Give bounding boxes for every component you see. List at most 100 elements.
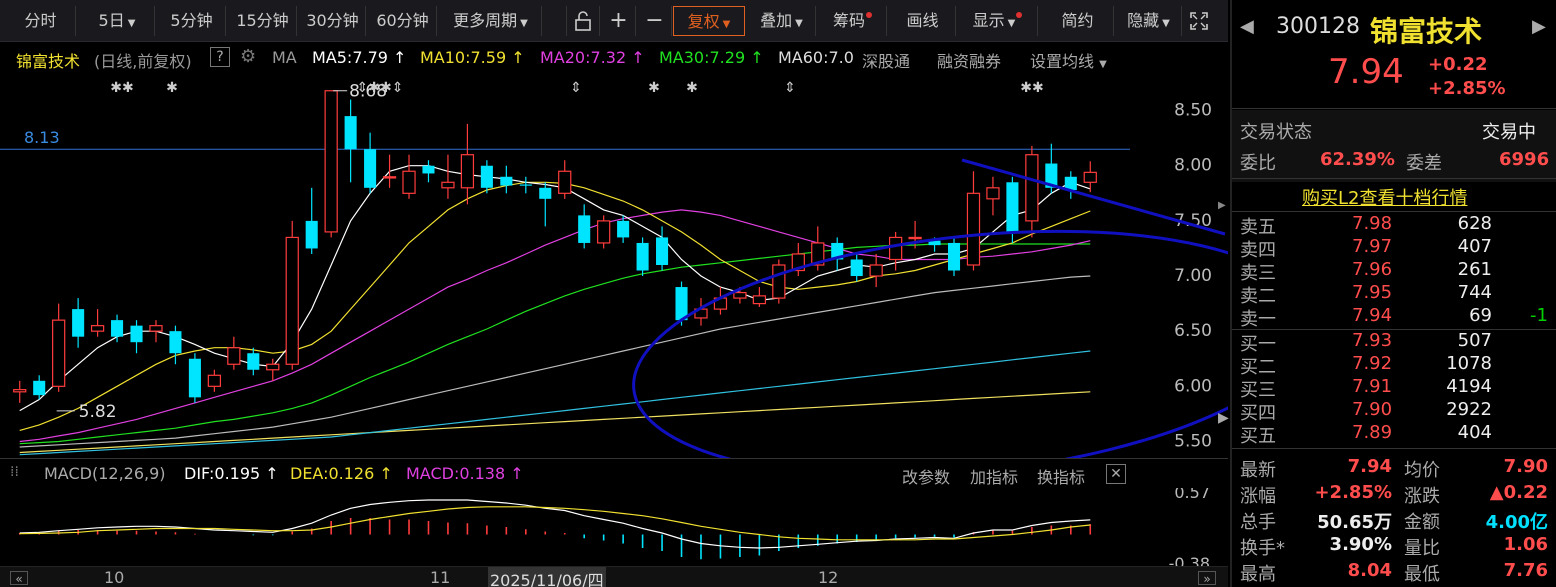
weicha-value: 6996: [1499, 149, 1550, 170]
period-tab-5day[interactable]: 5日 ▼: [80, 6, 155, 36]
stat-label: 涨幅: [1240, 486, 1276, 507]
simple-mode-button[interactable]: 简约: [1042, 6, 1114, 36]
ask-row[interactable]: 卖三 7.96 261: [1232, 259, 1556, 284]
quote-panel: ◀ 300128 锦富技术 ▶ 7.94 +0.22 +2.85% 交易状态 交…: [1230, 0, 1556, 587]
candle-body: [382, 176, 397, 179]
ask-row[interactable]: 卖一 7.94 69 -1: [1232, 305, 1556, 330]
stat-value: +2.85%: [1314, 482, 1392, 503]
edit-params-button[interactable]: 改参数: [902, 464, 950, 488]
ask-row[interactable]: 卖二 7.95 744: [1232, 282, 1556, 307]
candle-body: [149, 325, 163, 332]
rzrq-link[interactable]: 融资融券: [937, 48, 1001, 72]
period-label: 15分钟: [236, 11, 289, 30]
ma5-value: MA5:7.79 ↑: [312, 48, 407, 67]
candle-body: [986, 187, 1000, 200]
display-label: 显示: [972, 11, 1005, 30]
stock-name-label: 锦富技术: [16, 52, 81, 71]
expand-handle[interactable]: ▶: [1218, 410, 1229, 430]
annotation-ellipse: [632, 229, 1228, 458]
candle-body: [772, 264, 786, 299]
bid-row[interactable]: 买四 7.90 2922: [1232, 399, 1556, 424]
lock-button[interactable]: [566, 6, 600, 36]
candle-body: [207, 374, 222, 387]
simple-label: 简约: [1061, 11, 1094, 30]
candlestick-chart[interactable]: 8.508.007.507.006.506.005.508.138.685.82…: [0, 72, 1228, 458]
scroll-right-icon[interactable]: »: [1198, 571, 1216, 586]
macd-value: MACD:0.138 ↑: [406, 464, 524, 483]
stat-label: 金额: [1404, 512, 1440, 533]
chips-button[interactable]: 筹码: [819, 6, 887, 36]
more-periods-dropdown[interactable]: 更多周期 ▼: [440, 6, 542, 36]
order-price: 7.90: [1352, 399, 1393, 420]
next-stock-icon[interactable]: ▶: [1532, 16, 1546, 37]
low-label: 5.82: [79, 402, 117, 422]
order-volume-change: -1: [1530, 305, 1548, 326]
set-ma-dropdown[interactable]: 设置均线 ▼: [1030, 48, 1107, 72]
stat-label: 换手*: [1240, 538, 1285, 559]
zoom-out-button[interactable]: −: [638, 6, 672, 36]
close-icon[interactable]: ✕: [1106, 464, 1126, 484]
candle-body: [460, 154, 475, 189]
display-dropdown[interactable]: 显示 ▼: [958, 6, 1038, 36]
stats-row: 总手 50.65万 金额 4.00亿: [1232, 508, 1556, 533]
bid-row[interactable]: 买一 7.93 507: [1232, 330, 1556, 355]
ask-row[interactable]: 卖五 7.98 628: [1232, 213, 1556, 238]
stat-value: 3.90%: [1329, 534, 1392, 555]
y-tick-label: 7.00: [1174, 266, 1212, 286]
plus-icon: +: [609, 8, 628, 33]
divider: [1232, 108, 1556, 109]
stat-value: 7.76: [1503, 560, 1548, 581]
period-tab-15min[interactable]: 15分钟: [229, 6, 297, 36]
candle-body: [947, 242, 961, 271]
bid-row[interactable]: 买五 7.89 404: [1232, 422, 1556, 447]
candle-body: [656, 237, 669, 265]
dif-line: [19, 499, 1091, 549]
macd-chart[interactable]: 0.57 -0.38: [0, 488, 1228, 566]
period-tab-60min[interactable]: 60分钟: [369, 6, 437, 36]
period-tab-30min[interactable]: 30分钟: [300, 6, 366, 36]
ask-row[interactable]: 卖四 7.97 407: [1232, 236, 1556, 261]
dea-line: [19, 506, 1091, 541]
fuquan-label: 复权: [687, 12, 720, 31]
candle-body: [578, 215, 591, 243]
stock-name: 锦富技术: [1370, 15, 1483, 48]
overlay-dropdown[interactable]: 叠加 ▼: [748, 6, 816, 36]
date-tick: 12: [818, 568, 839, 587]
period-tab-5min[interactable]: 5分钟: [158, 6, 226, 36]
candles: [13, 90, 1097, 403]
help-button[interactable]: ?: [210, 47, 230, 67]
event-marker: ✱✱: [1020, 80, 1043, 96]
order-volume: 744: [1457, 282, 1492, 303]
hide-dropdown[interactable]: 隐藏 ▼: [1116, 6, 1182, 36]
y-tick-label: 8.50: [1174, 101, 1212, 121]
switch-indicator-button[interactable]: 换指标: [1037, 464, 1085, 488]
bid-row[interactable]: 买三 7.91 4194: [1232, 376, 1556, 401]
candle-body: [188, 358, 201, 398]
period-label: 更多周期: [453, 11, 518, 30]
fullscreen-icon: [1190, 12, 1208, 30]
fuquan-dropdown[interactable]: 复权 ▼: [673, 6, 745, 36]
period-label: 5分钟: [170, 11, 213, 30]
stat-label: 量比: [1404, 538, 1440, 559]
weibi-value: 62.39%: [1320, 149, 1395, 170]
period-tab-minute[interactable]: 分时: [6, 6, 76, 36]
gear-icon[interactable]: ⚙: [240, 46, 256, 67]
l2-upgrade-link[interactable]: 购买L2查看十档行情: [1302, 184, 1467, 210]
bid-row[interactable]: 买二 7.92 1078: [1232, 353, 1556, 378]
scroll-left-icon[interactable]: «: [10, 571, 28, 586]
grip-icon[interactable]: ⁞⁞: [10, 464, 19, 480]
order-volume: 69: [1469, 305, 1492, 326]
zoom-in-button[interactable]: +: [602, 6, 636, 36]
chips-label: 筹码: [832, 11, 865, 30]
fullscreen-button[interactable]: [1184, 6, 1214, 36]
add-indicator-button[interactable]: 加指标: [970, 464, 1018, 488]
draw-line-button[interactable]: 画线: [890, 6, 956, 36]
sgt-link[interactable]: 深股通: [862, 48, 910, 72]
weibi-label: 委比: [1240, 153, 1276, 174]
y-tick-label: 8.00: [1174, 156, 1212, 176]
candle-body: [1006, 182, 1019, 232]
collapse-handle[interactable]: ▶: [1218, 200, 1228, 214]
macd-info-bar: ⁞⁞ MACD(12,26,9) DIF:0.195 ↑ DEA:0.126 ↑…: [0, 460, 1228, 488]
stats-row: 换手* 3.90% 量比 1.06: [1232, 534, 1556, 559]
prev-stock-icon[interactable]: ◀: [1240, 16, 1254, 37]
